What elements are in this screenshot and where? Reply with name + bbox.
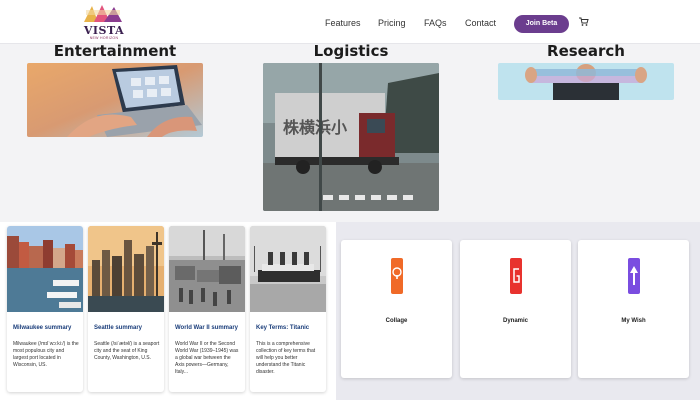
seattle-image bbox=[88, 226, 164, 312]
category-title-research: Research bbox=[547, 42, 625, 60]
cart-icon[interactable] bbox=[579, 17, 589, 27]
article-card[interactable]: Milwaukee summary Milwaukee (/mɪlˈwɔːkiː… bbox=[7, 226, 83, 392]
article-card[interactable]: Key Terms: Titanic This is a comprehensi… bbox=[250, 226, 326, 392]
article-title[interactable]: Key Terms: Titanic bbox=[256, 325, 322, 331]
category-title-entertainment: Entertainment bbox=[53, 42, 177, 60]
app-card-dynamic[interactable]: Dynamic bbox=[460, 240, 571, 378]
article-desc: Milwaukee (/mɪlˈwɔːkiː/) is the most pop… bbox=[13, 341, 79, 368]
article-card[interactable]: Seattle summary Seattle (/siˈætəl/) is a… bbox=[88, 226, 164, 392]
app-name: Dynamic bbox=[502, 318, 528, 324]
app-card-collage[interactable]: Collage bbox=[341, 240, 452, 378]
nav-contact[interactable]: Contact bbox=[465, 18, 496, 28]
article-desc: This is a comprehensive collection of ke… bbox=[256, 341, 316, 375]
article-title[interactable]: Milwaukee summary bbox=[13, 325, 79, 331]
my-wish-app-icon bbox=[627, 258, 640, 294]
nav-faqs[interactable]: FAQs bbox=[424, 18, 447, 28]
logo-mark-icon bbox=[84, 5, 122, 22]
titanic-image bbox=[250, 226, 326, 312]
brand-tagline: NEW HORIZON bbox=[89, 36, 119, 40]
entertainment-image[interactable] bbox=[27, 63, 203, 137]
article-desc: Seattle (/siˈætəl/) is a seaport city an… bbox=[94, 341, 160, 361]
article-card[interactable]: World War II summary World War II or the… bbox=[169, 226, 245, 392]
app-card-my-wish[interactable]: My Wish bbox=[578, 240, 689, 378]
milwaukee-image bbox=[7, 226, 83, 312]
category-title-logistics: Logistics bbox=[313, 42, 389, 60]
nav-pricing[interactable]: Pricing bbox=[378, 18, 406, 28]
svg-text:株横浜小: 株横浜小 bbox=[283, 118, 347, 137]
logistics-image[interactable]: 株横浜小 bbox=[263, 63, 439, 211]
join-beta-button[interactable]: Join Beta bbox=[514, 15, 569, 33]
brand-logo[interactable]: VISTA NEW HORIZON bbox=[80, 4, 128, 42]
dynamic-app-icon bbox=[509, 258, 522, 294]
world-war-ii-image bbox=[169, 226, 245, 312]
top-header: VISTA NEW HORIZON Features Pricing FAQs … bbox=[0, 0, 700, 44]
app-name: Collage bbox=[385, 318, 408, 324]
app-name: My Wish bbox=[621, 318, 646, 324]
collage-app-icon bbox=[390, 258, 403, 294]
article-desc: World War II or the Second World War (19… bbox=[175, 341, 239, 375]
article-title[interactable]: World War II summary bbox=[175, 325, 241, 331]
article-title[interactable]: Seattle summary bbox=[94, 325, 160, 331]
nav-features[interactable]: Features bbox=[325, 18, 361, 28]
research-image[interactable] bbox=[498, 63, 674, 100]
